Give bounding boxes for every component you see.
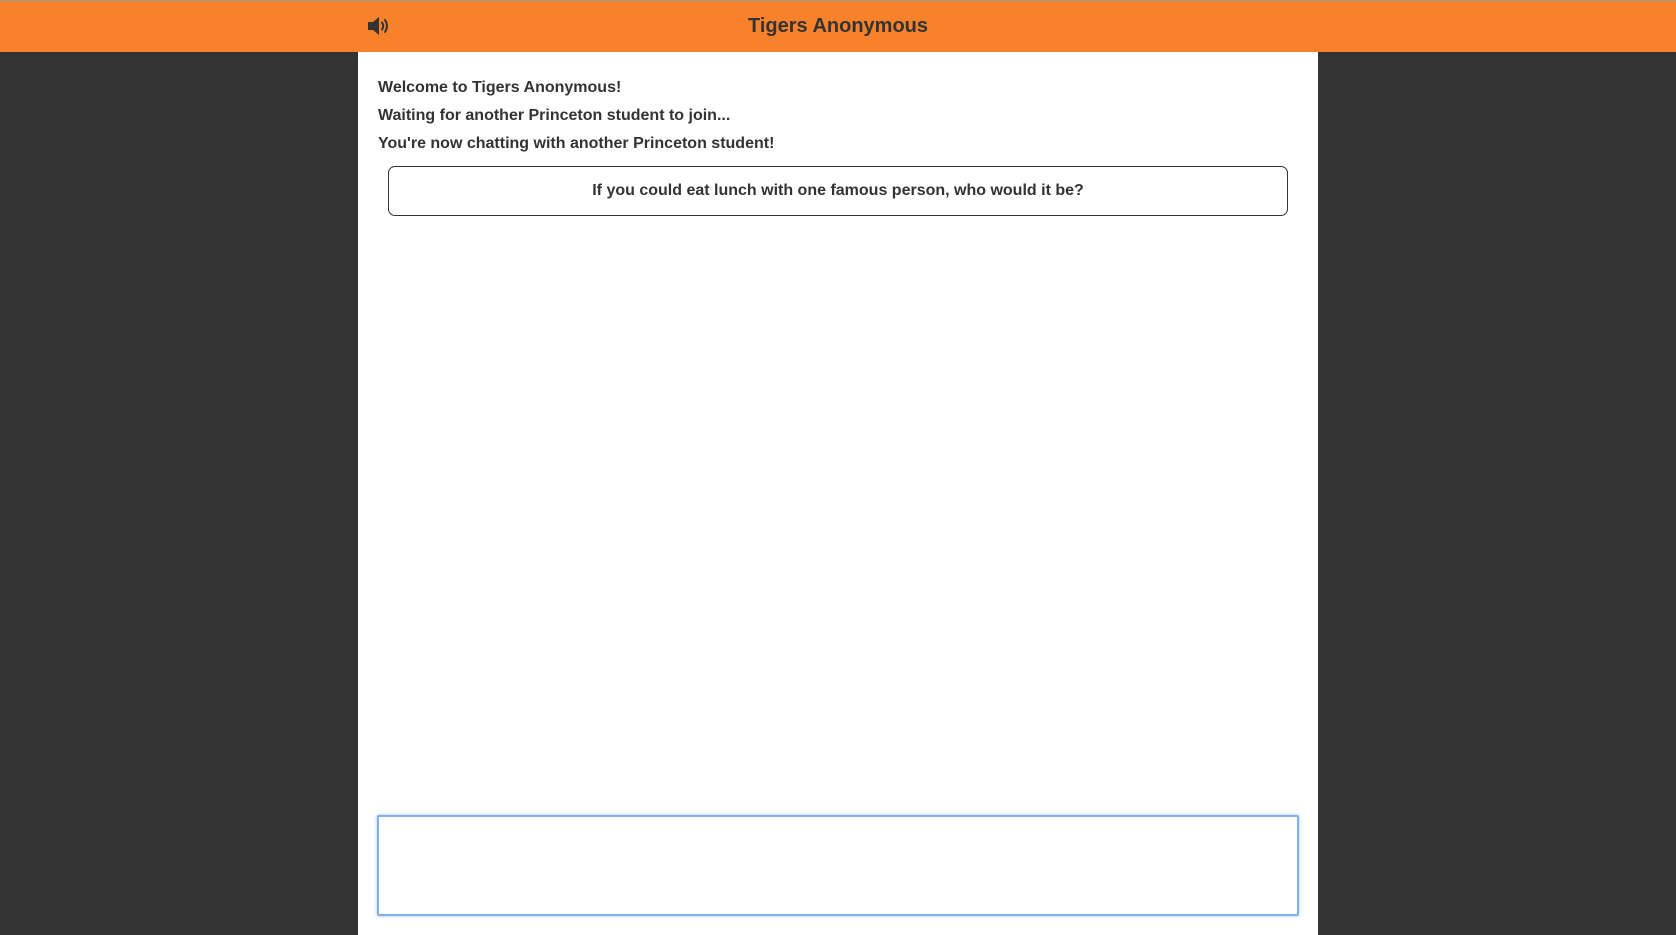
conversation-prompt: If you could eat lunch with one famous p… — [388, 166, 1288, 216]
waiting-message: Waiting for another Princeton student to… — [378, 107, 731, 124]
chat-panel: Welcome to Tigers Anonymous! Waiting for… — [358, 52, 1318, 935]
top-bar: Tigers Anonymous — [0, 0, 1676, 52]
status-messages: Welcome to Tigers Anonymous! Waiting for… — [378, 74, 1298, 158]
message-input[interactable] — [377, 815, 1299, 916]
connected-message: You're now chatting with another Princet… — [378, 135, 775, 152]
sound-toggle-button[interactable] — [365, 14, 393, 38]
speaker-volume-icon — [368, 17, 388, 35]
app-title: Tigers Anonymous — [747, 15, 929, 37]
welcome-message: Welcome to Tigers Anonymous! — [378, 79, 622, 96]
